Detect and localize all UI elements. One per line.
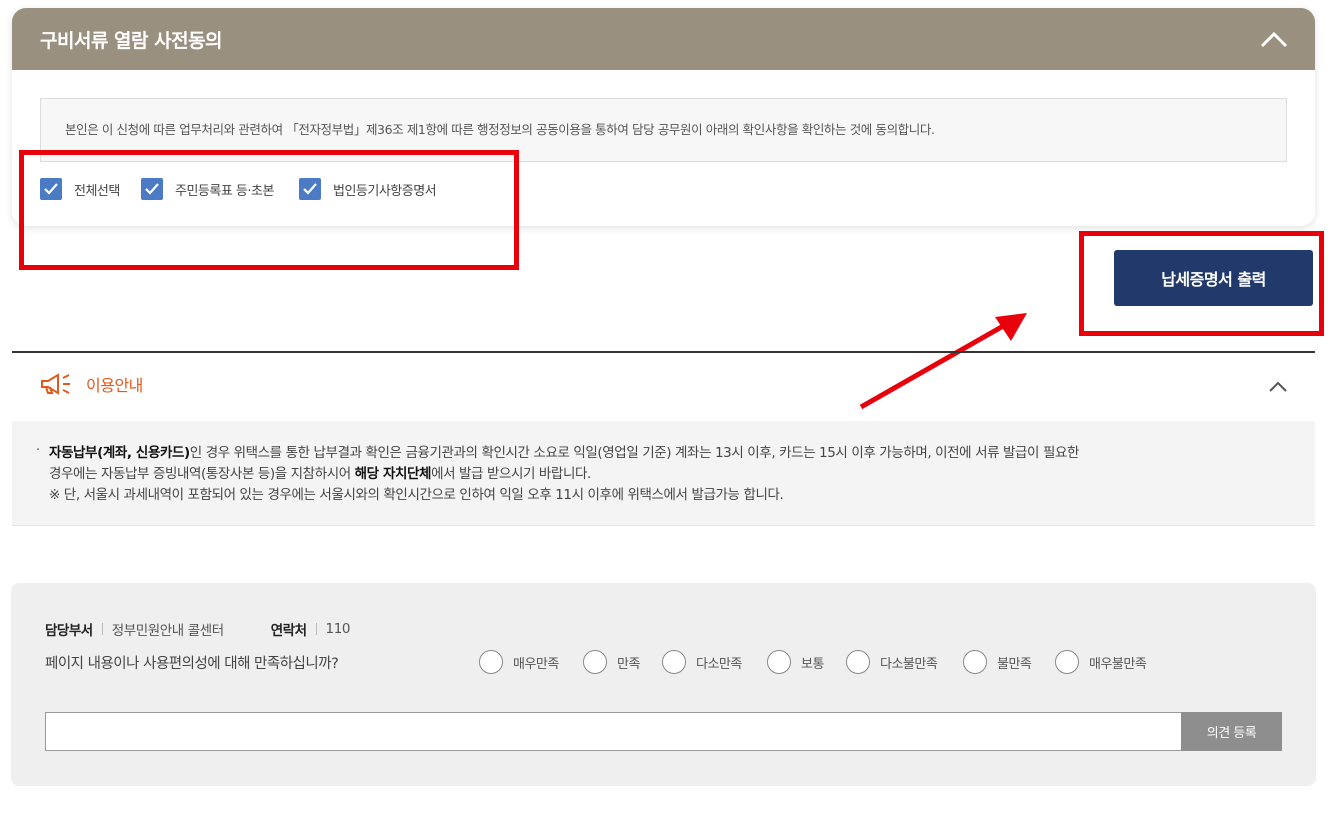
usage-text: 에서 발급 받으시기 바랍니다. — [431, 466, 591, 482]
bullet: · — [36, 443, 41, 458]
rating-label: 만족 — [617, 656, 640, 672]
radio-button[interactable] — [662, 650, 686, 674]
rating-option[interactable]: 다소불만족 — [846, 650, 938, 674]
usage-line-2: 경우에는 자동납부 증빙내역(통장사본 등)을 지참하시어 해당 자치단체에서 … — [49, 462, 591, 482]
radio-button[interactable] — [963, 650, 987, 674]
rating-option[interactable]: 매우만족 — [479, 650, 559, 674]
dept-value: 정부민원안내 콜센터 — [111, 623, 224, 639]
consent-title: 구비서류 열람 사전동의 — [40, 30, 223, 52]
usage-bold-text: 해당 자치단체 — [354, 466, 432, 482]
radio-button[interactable] — [767, 650, 791, 674]
submit-opinion-button[interactable]: 의견 등록 — [1181, 712, 1282, 751]
chevron-up-icon[interactable] — [1259, 26, 1289, 52]
separator — [101, 623, 103, 635]
radio-button[interactable] — [583, 650, 607, 674]
usage-guide-heading: 이용안내 — [40, 372, 143, 396]
contact-value: 110 — [325, 621, 351, 637]
chevron-up-icon[interactable] — [1268, 378, 1288, 392]
usage-text: 경우에는 자동납부 증빙내역(통장사본 등)을 지참하시어 — [49, 466, 355, 482]
contact-label: 연락처 — [270, 623, 307, 639]
rating-option[interactable]: 다소만족 — [662, 650, 742, 674]
rating-label: 매우불만족 — [1089, 656, 1147, 672]
rating-option[interactable]: 보통 — [767, 650, 824, 674]
usage-guide-title: 이용안내 — [86, 376, 143, 395]
satisfaction-question: 페이지 내용이나 사용편의성에 대해 만족하십니까? — [45, 656, 339, 672]
rating-option[interactable]: 매우불만족 — [1055, 650, 1147, 674]
dept-label: 담당부서 — [45, 623, 93, 639]
consent-header: 구비서류 열람 사전동의 — [12, 8, 1315, 70]
radio-button[interactable] — [479, 650, 503, 674]
radio-button[interactable] — [846, 650, 870, 674]
rating-option[interactable]: 불만족 — [963, 650, 1032, 674]
radio-button[interactable] — [1055, 650, 1079, 674]
megaphone-icon — [41, 373, 70, 395]
print-tax-certificate-button[interactable]: 납세증명서 출력 — [1114, 250, 1313, 306]
department-info: 담당부서 정부민원안내 콜센터 연락처 110 — [45, 619, 351, 639]
annotation-arrow-icon — [859, 313, 1027, 410]
separator — [315, 623, 317, 635]
rating-label: 다소만족 — [696, 656, 742, 672]
feedback-box: 담당부서 정부민원안내 콜센터 연락처 110 페이지 내용이나 사용편의성에 … — [11, 583, 1316, 786]
usage-line-1: 자동납부(계좌, 신용카드)인 경우 위택스를 통한 납부결과 확인은 금융기관… — [49, 441, 1079, 461]
rating-label: 다소불만족 — [880, 656, 938, 672]
rating-label: 보통 — [801, 656, 824, 672]
usage-guide-box: · 자동납부(계좌, 신용카드)인 경우 위택스를 통한 납부결과 확인은 금융… — [12, 421, 1315, 526]
opinion-input[interactable] — [45, 712, 1182, 751]
rating-label: 매우만족 — [513, 656, 559, 672]
usage-line-3: ※ 단, 서울시 과세내역이 포함되어 있는 경우에는 서울시와의 확인시간으로… — [49, 487, 784, 503]
consent-notice-text: 본인은 이 신청에 따른 업무처리와 관련하여 「전자정부법」제36조 제1항에… — [65, 122, 935, 137]
rating-option[interactable]: 만족 — [583, 650, 640, 674]
usage-text: 인 경우 위택스를 통한 납부결과 확인은 금융기관과의 확인시간 소요로 익일… — [189, 445, 1080, 461]
annotation-highlight-checkboxes — [19, 150, 519, 270]
usage-bold-text: 자동납부(계좌, 신용카드) — [49, 445, 190, 461]
rating-label: 불만족 — [997, 656, 1032, 672]
section-divider — [12, 351, 1315, 353]
